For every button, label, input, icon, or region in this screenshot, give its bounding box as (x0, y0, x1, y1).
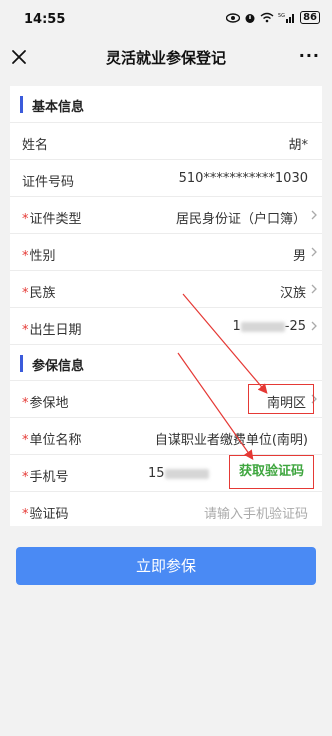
required-mark: * (22, 470, 29, 485)
required-mark: * (22, 433, 29, 448)
get-code-button[interactable]: 获取验证码 (229, 455, 314, 489)
redacted-blur (240, 321, 285, 332)
more-menu-button[interactable]: ··· (299, 46, 320, 65)
nav-bar: 灵活就业参保登记 ··· (0, 38, 332, 76)
verification-code-input[interactable]: 请输入手机验证码 (204, 503, 308, 522)
section-accent-bar (20, 355, 23, 372)
row-id-type[interactable]: *证件类型 居民身份证（户口簿） (10, 196, 322, 233)
redacted-blur (164, 468, 209, 479)
required-mark: * (22, 249, 29, 264)
svg-text:5G: 5G (278, 13, 285, 19)
value-birth-date: 1 -25 (232, 319, 306, 334)
phone-input[interactable]: 15 (148, 466, 209, 481)
label-birth-date: *出生日期 (22, 323, 82, 338)
chevron-right-icon (311, 284, 317, 294)
section-basic-info: 基本信息 (10, 86, 322, 122)
label-id-number: 证件号码 (22, 175, 75, 190)
row-verification-code: *验证码 请输入手机验证码 (10, 491, 322, 528)
value-gender: 男 (292, 249, 306, 264)
registration-form: 基本信息 姓名 胡* 证件号码 510***********1030 *证件类型… (10, 86, 322, 526)
label-name: 姓名 (22, 138, 49, 153)
required-mark: * (22, 286, 29, 301)
section-insurance-info: 参保信息 (10, 344, 322, 380)
chevron-right-icon (311, 321, 317, 331)
battery-icon: 86 (300, 11, 320, 24)
wifi-icon (260, 12, 274, 23)
label-ethnicity: *民族 (22, 286, 56, 301)
value-employer: 自谋职业者缴费单位(南明) (154, 433, 308, 448)
section-accent-bar (20, 96, 23, 113)
annotation-highlight-box (248, 384, 314, 414)
value-ethnicity: 汉族 (279, 286, 306, 301)
status-icons: 5G 86 (226, 11, 320, 24)
row-name: 姓名 胡* (10, 122, 322, 159)
row-id-number: 证件号码 510***********1030 (10, 159, 322, 196)
label-employer: *单位名称 (22, 433, 82, 448)
row-ethnicity[interactable]: *民族 汉族 (10, 270, 322, 307)
value-name: 胡* (288, 138, 308, 153)
eye-icon (226, 12, 241, 23)
alarm-icon (245, 13, 255, 23)
status-bar: 14:55 5G 86 (0, 0, 332, 38)
required-mark: * (22, 212, 29, 227)
chevron-right-icon (311, 247, 317, 257)
row-employer: *单位名称 自谋职业者缴费单位(南明) (10, 417, 322, 454)
value-id-type: 居民身份证（户口簿） (175, 212, 306, 227)
label-gender: *性别 (22, 249, 56, 264)
row-birth-date[interactable]: *出生日期 1 -25 (10, 307, 322, 344)
label-verification-code: *验证码 (22, 507, 69, 522)
page-title: 灵活就业参保登记 (105, 49, 226, 67)
chevron-right-icon (311, 210, 317, 220)
section-title-insurance: 参保信息 (32, 359, 85, 374)
status-time: 14:55 (24, 12, 66, 27)
value-id-number: 510***********1030 (178, 171, 308, 186)
label-phone: *手机号 (22, 470, 69, 485)
signal-5g-icon: 5G (278, 13, 295, 23)
submit-button[interactable]: 立即参保 (16, 547, 316, 585)
required-mark: * (22, 507, 29, 522)
row-gender[interactable]: *性别 男 (10, 233, 322, 270)
required-mark: * (22, 396, 29, 411)
required-mark: * (22, 323, 29, 338)
section-title-basic: 基本信息 (32, 100, 85, 115)
label-insurance-location: *参保地 (22, 396, 69, 411)
label-id-type: *证件类型 (22, 212, 82, 227)
